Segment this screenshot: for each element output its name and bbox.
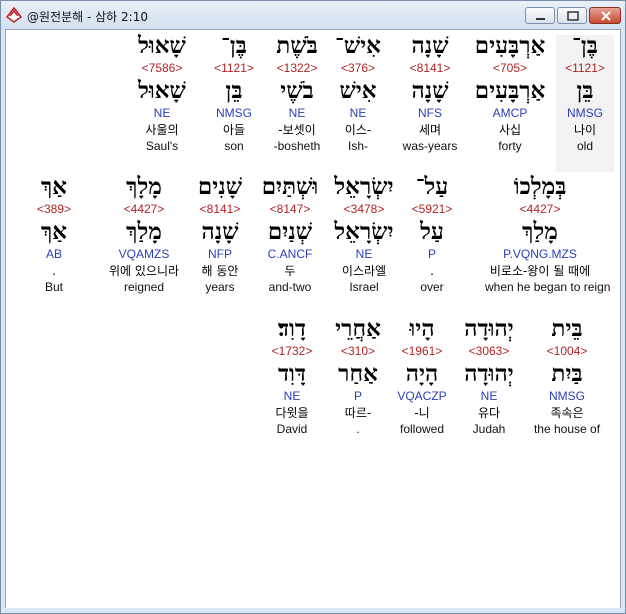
close-icon bbox=[601, 11, 611, 21]
app-icon bbox=[5, 6, 23, 24]
morphology-code: NE bbox=[283, 389, 301, 403]
word-block[interactable]: שָׁאוּל <7586> שָׁאוּל NE 사울의 Saul's bbox=[107, 32, 217, 154]
word-block[interactable]: בְּמָלְכוֹ <4427> מָלַךְ P.VQNG.MZS 비로소-왕이 될… bbox=[485, 173, 611, 295]
hebrew-word: שָׁאוּל bbox=[138, 32, 186, 59]
hebrew-lemma: אַךְ bbox=[40, 218, 68, 245]
hebrew-word: בְּמָלְכוֹ bbox=[513, 173, 567, 200]
hebrew-lemma: שָׁאוּל bbox=[138, 77, 186, 104]
title-bar[interactable]: @원전분해 - 삼하 2:10 bbox=[1, 1, 625, 29]
morphology-code: NE bbox=[153, 106, 171, 120]
app-window: @원전분해 - 삼하 2:10 בֶּן־ <1121> בֵּן NMSG 나이 old… bbox=[0, 0, 626, 614]
english-gloss: when he began to reign bbox=[485, 280, 611, 294]
hebrew-word: אַךְ bbox=[40, 173, 68, 200]
english-gloss: Saul's bbox=[145, 139, 179, 153]
hebrew-word: דָוִד׃ bbox=[277, 315, 306, 342]
window-title: @원전분해 - 삼하 2:10 bbox=[27, 10, 148, 24]
korean-gloss: 다윗을 bbox=[275, 406, 309, 420]
hebrew-lemma: דָּוִד bbox=[277, 360, 306, 387]
hebrew-lemma: מָלַךְ bbox=[522, 218, 558, 245]
morphology-code: P.VQNG.MZS bbox=[503, 247, 577, 261]
english-gloss: But bbox=[44, 280, 63, 294]
morphology-code: AB bbox=[45, 247, 62, 261]
status-bar bbox=[5, 608, 621, 612]
word-block[interactable]: דָוִד׃ <1732> דָּוִד NE 다윗을 David bbox=[237, 315, 347, 437]
minimize-button[interactable] bbox=[525, 7, 555, 24]
strong-number: <4427> bbox=[519, 202, 561, 216]
word-block[interactable]: אַךְ <389> אַךְ AB. But bbox=[6, 173, 109, 295]
korean-gloss: . bbox=[52, 264, 56, 278]
korean-gloss: 사울의 bbox=[145, 123, 179, 137]
english-gloss: David bbox=[276, 422, 308, 436]
strong-number: <7586> bbox=[141, 61, 183, 75]
strong-number: <389> bbox=[36, 202, 72, 216]
korean-gloss: 비로소-왕이 될 때에 bbox=[489, 264, 591, 278]
minimize-icon bbox=[536, 18, 545, 20]
close-button[interactable] bbox=[589, 7, 621, 24]
interlinear-panel: בֶּן־ <1121> בֵּן NMSG 나이 old אַרְבָּעִים <705>… bbox=[5, 29, 621, 609]
maximize-button[interactable] bbox=[557, 7, 587, 24]
strong-number: <1732> bbox=[271, 344, 313, 358]
maximize-icon bbox=[567, 11, 579, 21]
